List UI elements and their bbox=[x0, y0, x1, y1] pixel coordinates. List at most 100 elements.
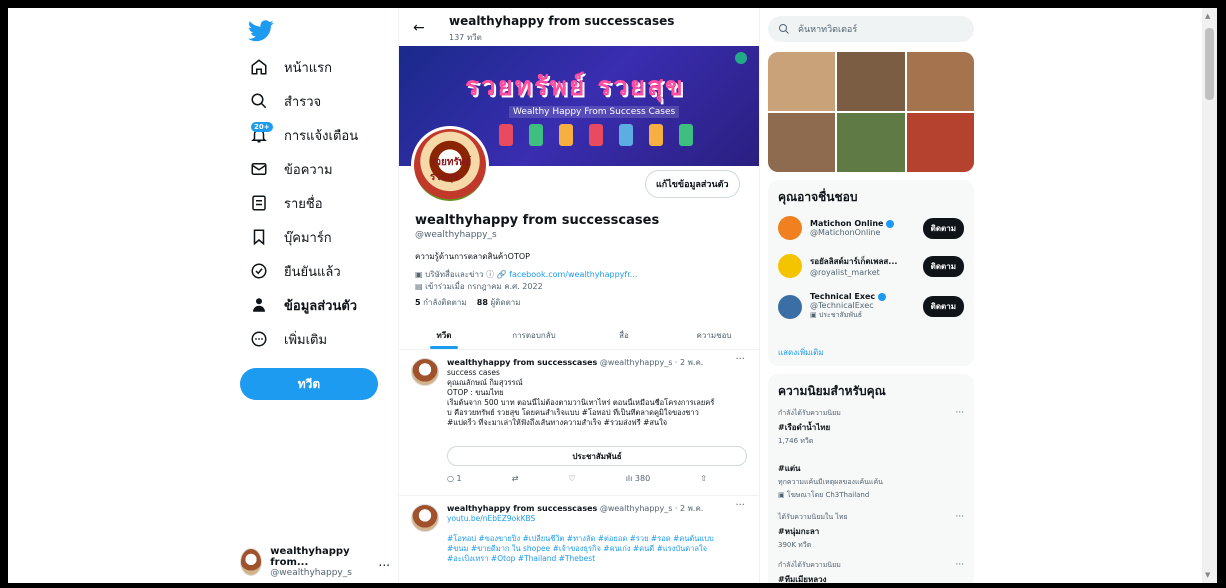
share-icon[interactable]: ⇧ bbox=[700, 474, 707, 483]
home-icon bbox=[251, 59, 267, 75]
following-link[interactable]: 5 กำลังติดตาม bbox=[415, 298, 467, 307]
tab-media[interactable]: สื่อ bbox=[579, 318, 669, 349]
sidebar-item-more[interactable]: เพิ่มเติม bbox=[250, 324, 327, 354]
profile-handle: @wealthyhappy_s bbox=[415, 230, 497, 240]
suggestion-name: Technical Exec bbox=[810, 292, 876, 301]
tweet-author[interactable]: wealthyhappy from successcases bbox=[447, 504, 597, 513]
trend-more-icon[interactable]: ··· bbox=[955, 560, 964, 570]
page-scrollbar[interactable]: ▲ ▼ bbox=[1202, 8, 1217, 583]
sidebar-item-verified[interactable]: ยืนยันแล้ว bbox=[250, 256, 341, 286]
sidebar-item-label: ยืนยันแล้ว bbox=[284, 264, 341, 280]
trend-context: กำลังได้รับความนิยม bbox=[778, 561, 841, 569]
sidebar-item-profile[interactable]: ข้อมูลส่วนตัว bbox=[250, 290, 357, 320]
tweet-hashtags[interactable]: #โอทอป #ของขายปิ่ง #เปลี่ยนชีวิต #ทางลัด… bbox=[447, 534, 747, 544]
tweet-line: OTOP : ขนมไทย bbox=[447, 388, 504, 397]
tweet-count: 137 ทวีต bbox=[449, 33, 482, 42]
verified-badge-icon bbox=[886, 219, 895, 228]
trends-card: ความนิยมสำหรับคุณ กำลังได้รับความนิยม #เ… bbox=[768, 374, 974, 583]
profile-icon bbox=[253, 298, 265, 312]
sidebar-item-lists[interactable]: รายชื่อ bbox=[250, 188, 323, 218]
scrollbar-thumb[interactable] bbox=[1205, 28, 1214, 100]
media-thumb[interactable] bbox=[906, 52, 974, 111]
trend-item[interactable]: กำลังได้รับความนิยม #ทีมเมียหลวง ··· bbox=[778, 560, 964, 583]
trend-more-icon[interactable]: ··· bbox=[955, 512, 964, 522]
tab-replies[interactable]: การตอบกลับ bbox=[489, 318, 579, 349]
views-button[interactable]: ılı 380 bbox=[626, 474, 651, 483]
sidebar-item-messages[interactable]: ข้อความ bbox=[250, 154, 333, 184]
calendar-icon: ▤ bbox=[415, 282, 426, 291]
media-thumb[interactable] bbox=[768, 113, 836, 172]
tweet-body: success cases คุณณลักษณ์ กิมสุวรรณ์ OTOP… bbox=[447, 368, 747, 428]
avatar[interactable] bbox=[411, 358, 439, 386]
follow-button[interactable]: ติดตาม bbox=[922, 217, 964, 239]
followers-link[interactable]: 88 ผู้ติดตาม bbox=[477, 298, 521, 307]
sidebar-item-home[interactable]: หน้าแรก bbox=[250, 52, 332, 82]
sidebar-item-bookmarks[interactable]: บุ๊คมาร์ก bbox=[250, 222, 332, 252]
twitter-logo-icon[interactable] bbox=[248, 20, 274, 42]
sidebar-item-explore[interactable]: สำรวจ bbox=[250, 86, 321, 116]
search-input[interactable]: ค้นหาทวิตเตอร์ bbox=[768, 16, 974, 42]
media-grid[interactable] bbox=[768, 52, 974, 172]
tweet-author[interactable]: wealthyhappy from successcases bbox=[447, 358, 597, 367]
suggestion-handle: @MatichonOnline bbox=[810, 228, 881, 237]
tweet-line: #แปดริ้ว ที่จะมาเล่าให้ฟังถึงเส้นทางความ… bbox=[447, 418, 668, 427]
profile-header-bar: ← wealthyhappy from successcases 137 ทวี… bbox=[399, 8, 759, 46]
tweet-hashtags[interactable]: #ขนม #ขายดีมาก ใน shopee #เจ้าของธุรกิจ … bbox=[447, 544, 747, 554]
tweet-hashtags[interactable]: #อะเบิ่งเทรา #Otop #Thailand #Thebest bbox=[447, 554, 747, 564]
following-count: 5 bbox=[415, 298, 421, 307]
media-thumb[interactable] bbox=[837, 113, 905, 172]
tab-likes[interactable]: ความชอบ bbox=[669, 318, 759, 349]
edit-profile-button[interactable]: แก้ไขข้อมูลส่วนตัว bbox=[645, 170, 740, 198]
trend-description: ทุกความแค้นมีเหตุผลของแค้นแค้น bbox=[778, 478, 883, 486]
sidebar-item-notifications[interactable]: 20+ การแจ้งเตือน bbox=[250, 120, 358, 150]
trend-item[interactable]: กำลังได้รับความนิยม #เรือดำน้ำไทย 1,746 … bbox=[778, 408, 964, 447]
profile-avatar[interactable]: รวยทรัพย์ รวยสุข bbox=[411, 126, 489, 204]
tweet-line bbox=[447, 524, 747, 534]
follow-button[interactable]: ติดตาม bbox=[922, 255, 964, 277]
banner-logo-icon bbox=[735, 52, 747, 64]
banner-title: รวยทรัพย์ รวยสุข bbox=[465, 72, 685, 102]
notification-badge: 20+ bbox=[251, 122, 273, 132]
search-icon bbox=[251, 93, 267, 109]
tweet-more-icon[interactable]: ··· bbox=[735, 500, 745, 511]
sidebar-item-label: บุ๊คมาร์ก bbox=[284, 230, 332, 246]
tweet-more-icon[interactable]: ··· bbox=[735, 354, 745, 365]
show-more-link[interactable]: แสดงเพิ่มเติม bbox=[778, 346, 824, 359]
tweet-card[interactable]: wealthyhappy from successcases @wealthyh… bbox=[399, 350, 759, 496]
account-switcher[interactable]: wealthyhappy from... @wealthyhappy_s ... bbox=[240, 546, 390, 578]
scroll-up-icon[interactable]: ▲ bbox=[1205, 12, 1210, 20]
back-arrow-icon[interactable]: ← bbox=[413, 20, 425, 36]
tweet-link[interactable]: youtu.be/nEbEZ9okKBS bbox=[447, 514, 747, 524]
card-title: คุณอาจชื่นชอบ bbox=[778, 190, 858, 204]
reply-button[interactable]: ○ 1 bbox=[447, 474, 462, 483]
reply-count: 1 bbox=[456, 474, 462, 483]
promo-button[interactable]: ประชาสัมพันธ์ bbox=[447, 446, 747, 466]
suggestion-item[interactable]: รอยัลลิสต์มาร์เก็ตเพลส... @royalist_mark… bbox=[778, 254, 964, 278]
like-icon[interactable]: ♡ bbox=[568, 474, 575, 483]
search-placeholder: ค้นหาทวิตเตอร์ bbox=[798, 25, 858, 35]
profile-link[interactable]: facebook.com/wealthyhappyfr... bbox=[509, 270, 637, 279]
trend-item[interactable]: #แต่น ทุกความแค้นมีเหตุผลของแค้นแค้น ▣ โ… bbox=[778, 460, 964, 501]
suggestion-item[interactable]: Matichon Online @MatichonOnline ติดตาม bbox=[778, 216, 964, 240]
right-sidebar: ค้นหาทวิตเตอร์ คุณอาจชื่นชอบ Matichon On… bbox=[768, 8, 974, 583]
suggestion-item[interactable]: Technical Exec @TechnicalExec ▣ ประชาสัม… bbox=[778, 292, 964, 321]
media-thumb[interactable] bbox=[768, 52, 836, 111]
tweet-card[interactable]: wealthyhappy from successcases @wealthyh… bbox=[399, 496, 759, 583]
tweet-button[interactable]: ทวีต bbox=[240, 368, 378, 400]
retweet-icon[interactable]: ⇄ bbox=[512, 474, 519, 483]
views-icon: ılı bbox=[625, 474, 633, 483]
banner-subtitle: Wealthy Happy From Success Cases bbox=[509, 106, 680, 118]
follow-button[interactable]: ติดตาม bbox=[922, 296, 964, 317]
trend-more-icon[interactable]: ··· bbox=[955, 408, 964, 418]
tweet-line: เริ่มต้นจาก 500 บาท ตอนนี้ไม่ต้องตามวานิ… bbox=[447, 398, 715, 407]
trend-item[interactable]: ได้รับความนิยมใน ไทย #หนุ่มกะลา 390K ทวี… bbox=[778, 512, 964, 551]
media-thumb[interactable] bbox=[837, 52, 905, 111]
scroll-down-icon[interactable]: ▼ bbox=[1205, 571, 1210, 579]
following-label: กำลังติดตาม bbox=[423, 298, 467, 307]
avatar[interactable] bbox=[411, 504, 439, 532]
tab-tweets[interactable]: ทวีต bbox=[399, 318, 489, 349]
tweet-line: บ คือรวยทรัพย์ รวยสุข โดยคนสำเร็จแบบ #โอ… bbox=[447, 408, 699, 417]
avatar bbox=[778, 216, 802, 240]
sidebar-item-label: ข้อความ bbox=[284, 162, 333, 178]
media-thumb[interactable] bbox=[906, 113, 974, 172]
